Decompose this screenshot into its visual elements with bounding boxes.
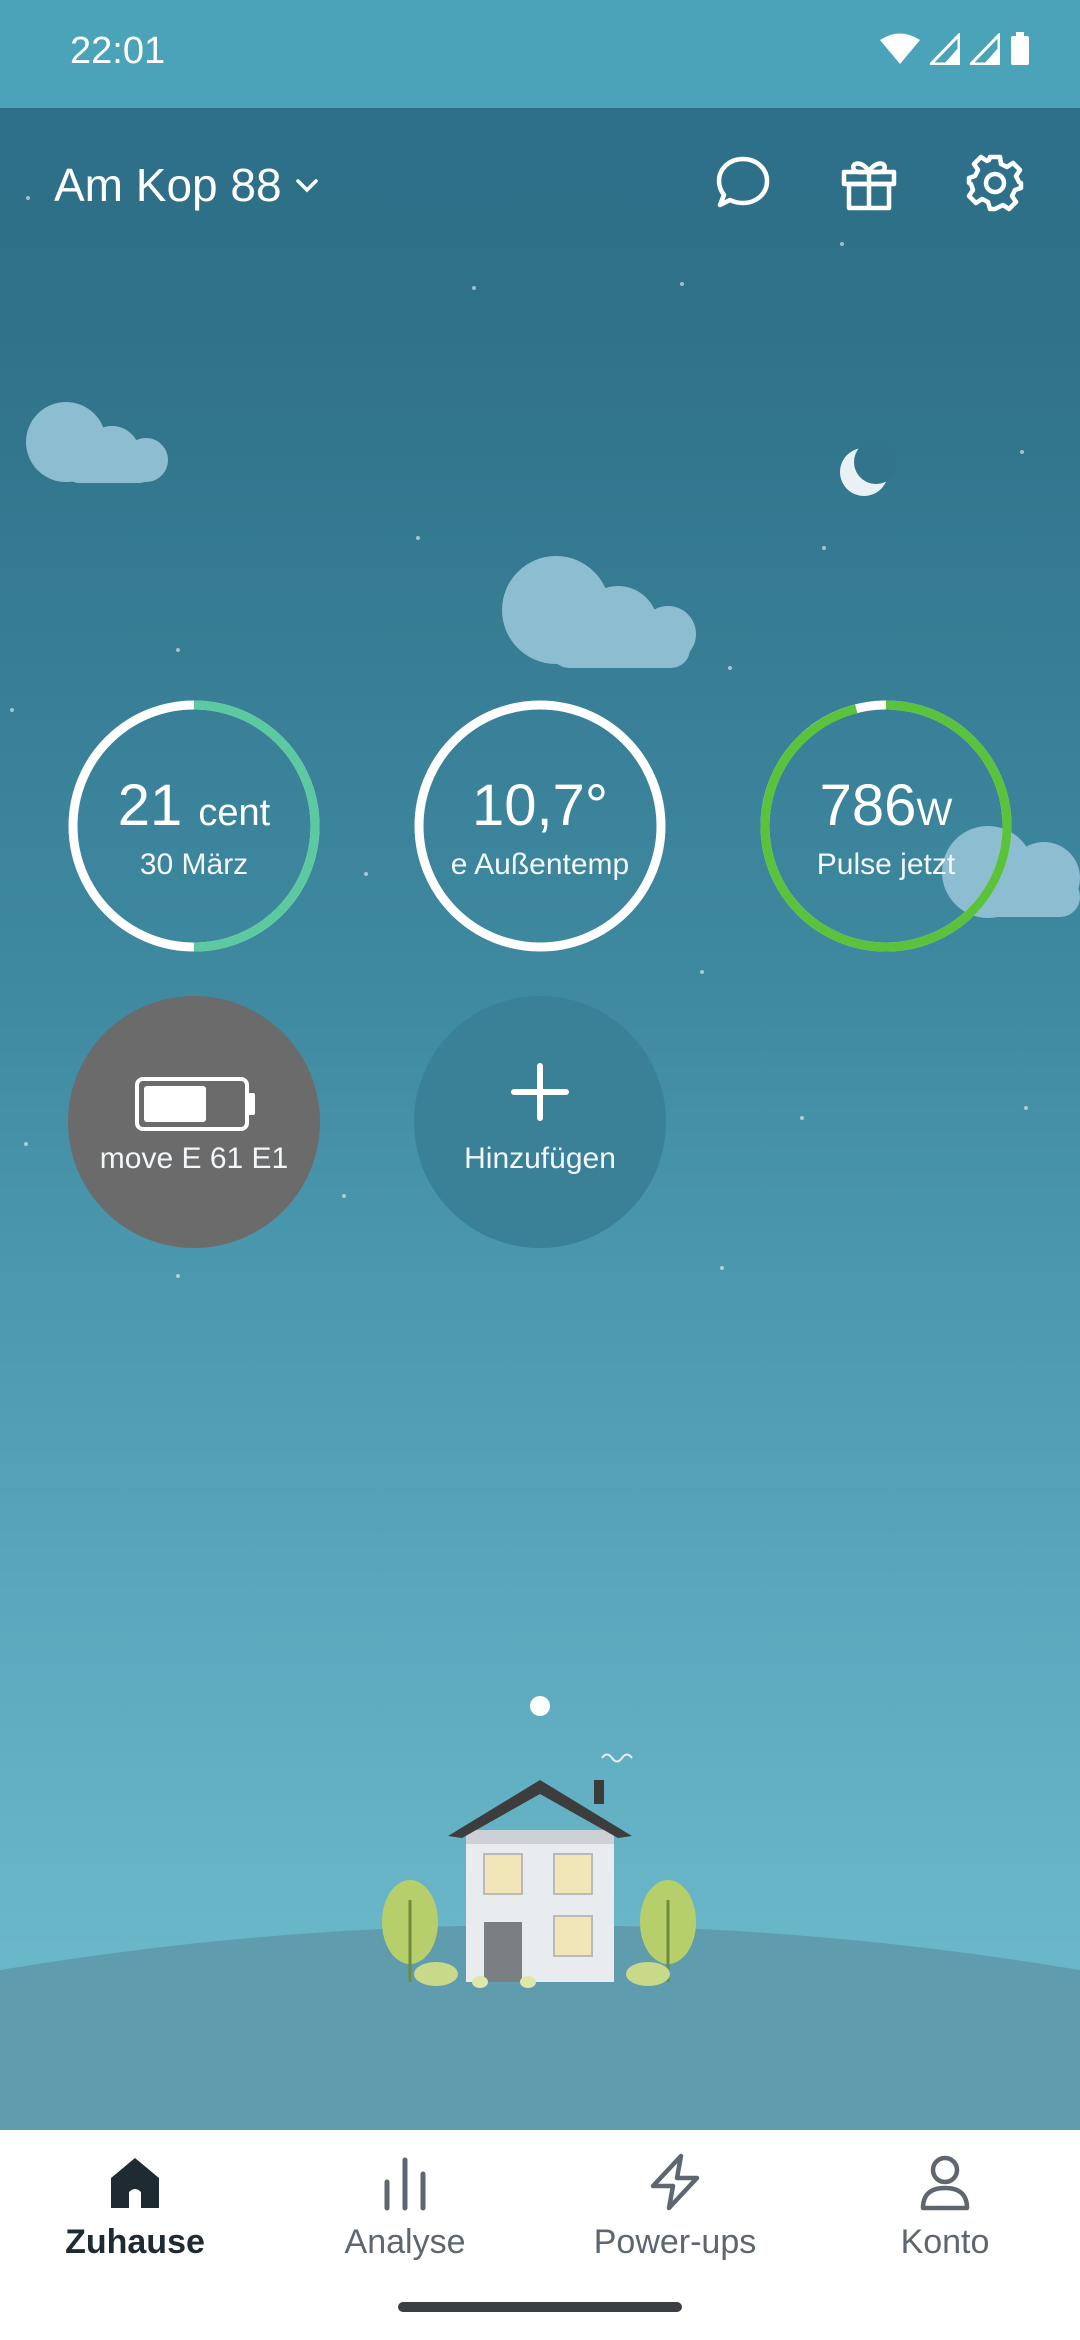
top-bar: Am Kop 88: [0, 140, 1080, 230]
plus-icon: [511, 1063, 569, 1121]
gear-icon: [966, 154, 1024, 212]
address-selector[interactable]: Am Kop 88: [54, 158, 320, 212]
nav-analyse-label: Analyse: [344, 2223, 466, 2261]
nav-power-ups-label: Power-ups: [593, 2223, 757, 2261]
person-icon: [920, 2155, 970, 2211]
power-unit: W: [916, 792, 953, 834]
power-label: Pulse jetzt: [816, 848, 956, 881]
price-value: 21: [117, 773, 183, 838]
gift-icon: [841, 161, 897, 211]
add-label: Hinzufügen: [464, 1142, 616, 1175]
chat-icon: [716, 156, 770, 208]
nav-konto[interactable]: Konto: [810, 2152, 1080, 2262]
power-value: 786: [819, 773, 917, 838]
nav-power-ups[interactable]: Power-ups: [540, 2152, 810, 2262]
price-date: 30 März: [139, 848, 249, 881]
home-icon: [111, 2158, 159, 2208]
home-indicator: [398, 2302, 682, 2312]
wifi-icon: [880, 33, 920, 64]
nav-zuhause-label: Zuhause: [65, 2223, 205, 2261]
price-tile[interactable]: 21 cent 30 März: [68, 700, 320, 952]
bar-chart-icon: [384, 2157, 426, 2211]
temperature-value: 10,7°: [471, 773, 609, 838]
vehicle-name: move E 61 E1: [99, 1142, 289, 1175]
cloud-icon: [502, 556, 696, 668]
address-label: Am Kop 88: [54, 159, 282, 211]
nav-konto-label: Konto: [900, 2223, 990, 2261]
settings-button[interactable]: [960, 148, 1030, 218]
battery-icon: [1011, 32, 1029, 65]
gift-button[interactable]: [834, 148, 904, 218]
temperature-tile[interactable]: 10,7° e Außentemp: [414, 700, 666, 952]
status-time: 22:01: [70, 30, 166, 72]
add-tile[interactable]: Hinzufügen: [414, 996, 666, 1248]
status-bar: 22:01: [0, 0, 1080, 108]
house-illustration: [0, 1753, 1080, 2130]
chevron-down-icon: [295, 179, 318, 193]
price-unit: cent: [198, 792, 271, 834]
signal-icon-2: [970, 33, 1000, 65]
battery-icon: [135, 1077, 255, 1131]
nav-analyse[interactable]: Analyse: [270, 2152, 540, 2262]
page-indicator-dot: [530, 1696, 550, 1716]
lightning-icon: [650, 2153, 700, 2211]
temperature-label: e Außentemp: [450, 848, 630, 881]
cloud-icon: [26, 402, 168, 483]
signal-icon: [930, 33, 960, 65]
power-tile[interactable]: 786W Pulse jetzt: [760, 700, 1012, 952]
vehicle-tile[interactable]: move E 61 E1: [68, 996, 320, 1248]
moon-icon: [840, 442, 896, 496]
chat-button[interactable]: [708, 148, 778, 218]
nav-zuhause[interactable]: Zuhause: [0, 2152, 270, 2262]
